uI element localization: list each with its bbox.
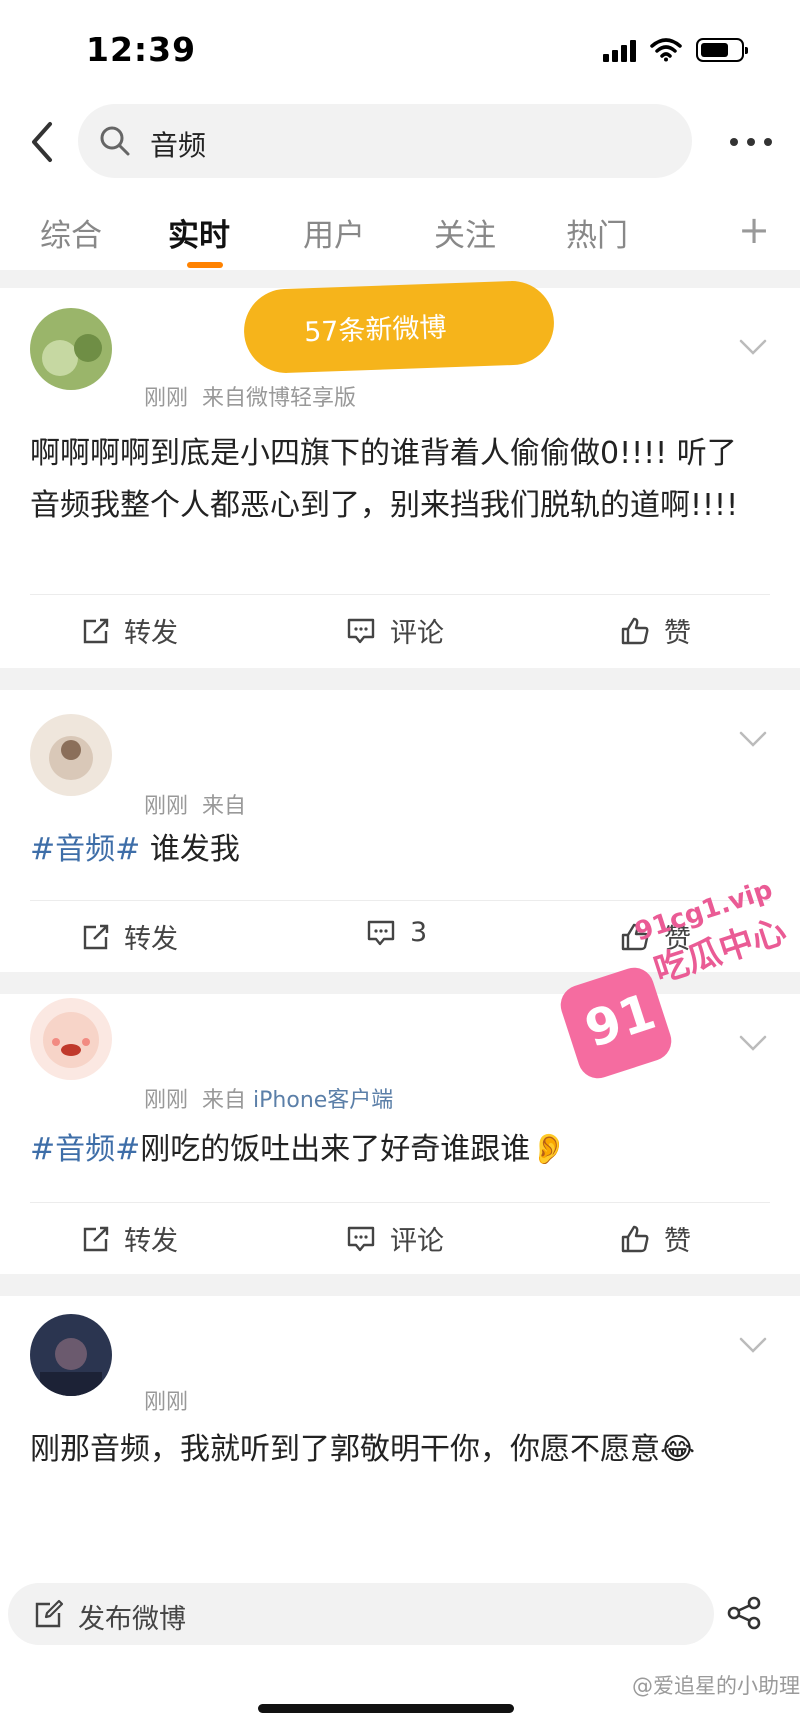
comment-button[interactable]: 3: [366, 917, 427, 948]
post-separator: [0, 668, 800, 690]
like-button[interactable]: 赞: [620, 611, 691, 650]
cellular-signal-icon: [603, 38, 636, 62]
post-source-prefix: 来自: [202, 1088, 247, 1113]
search-query: 音频: [150, 129, 207, 162]
active-tab-indicator: [187, 262, 223, 268]
post-time: 刚刚: [144, 1088, 189, 1113]
share-icon[interactable]: [726, 1596, 762, 1630]
post-card: 刚刚 来自 iPhone客户端 #音频#刚吃的饭吐出来了好奇谁跟谁👂 转发 评论…: [0, 994, 800, 1274]
status-bar: 12:39: [0, 0, 800, 100]
footer-watermark: @爱追星的小助理: [632, 1674, 800, 1698]
search-icon: [100, 126, 130, 156]
avatar[interactable]: [30, 1314, 112, 1396]
comment-icon: [367, 920, 395, 945]
post-source: 来自: [202, 794, 247, 819]
post-source[interactable]: iPhone客户端: [253, 1088, 393, 1113]
post-time: 刚刚: [144, 794, 189, 819]
comment-button[interactable]: 评论: [346, 1219, 444, 1258]
like-label: 赞: [664, 1226, 691, 1257]
post-meta: 刚刚 来自微博轻享版: [144, 380, 356, 412]
site-logo-number: 91: [578, 982, 663, 1059]
post-separator: [0, 1274, 800, 1296]
avatar[interactable]: [30, 308, 112, 390]
back-arrow-icon[interactable]: [24, 118, 60, 166]
post-actions: 转发 评论 赞: [0, 595, 800, 665]
post-meta: 刚刚: [144, 1384, 188, 1416]
tab-comprehensive[interactable]: 综合: [40, 210, 102, 255]
avatar[interactable]: [30, 998, 112, 1080]
battery-icon: [696, 38, 748, 62]
post-card: 刚刚 刚那音频，我就听到了郭敬明干你，你愿不愿意😂: [0, 1296, 800, 1566]
repost-button[interactable]: 转发: [82, 611, 178, 650]
comment-count: 3: [410, 917, 428, 948]
home-indicator: [258, 1704, 514, 1713]
thumbs-up-icon: [621, 617, 649, 644]
comment-label: 评论: [390, 618, 444, 649]
comment-button[interactable]: 评论: [346, 611, 444, 650]
post-content: #音频# 谁发我: [30, 824, 750, 876]
repost-button[interactable]: 转发: [82, 917, 178, 956]
search-input[interactable]: 音频: [78, 104, 692, 178]
post-meta: 刚刚 来自: [144, 788, 246, 820]
avatar[interactable]: [30, 714, 112, 796]
post-meta: 刚刚 来自 iPhone客户端: [144, 1082, 393, 1114]
post-text: 谁发我: [140, 832, 240, 867]
chevron-down-icon[interactable]: [738, 1034, 768, 1052]
hashtag-link[interactable]: #音频#: [30, 832, 140, 867]
repost-icon: [83, 924, 109, 949]
edit-icon: [35, 1599, 64, 1628]
chevron-down-icon[interactable]: [738, 1336, 768, 1354]
tab-bar: 综合 实时 用户 关注 热门 +: [0, 196, 800, 270]
post-source: 来自微博轻享版: [202, 386, 357, 411]
repost-label: 转发: [124, 1226, 178, 1257]
status-icons: [603, 38, 748, 62]
post-content: #音频#刚吃的饭吐出来了好奇谁跟谁👂: [30, 1124, 750, 1176]
post-content: 刚那音频，我就听到了郭敬明干你，你愿不愿意😂: [30, 1432, 696, 1467]
wifi-icon: [650, 38, 682, 62]
post-text: 刚吃的饭吐出来了好奇谁跟谁👂: [140, 1132, 568, 1167]
like-label: 赞: [664, 618, 691, 649]
repost-button[interactable]: 转发: [82, 1219, 178, 1258]
tab-users[interactable]: 用户: [303, 210, 365, 255]
post-content: 啊啊啊啊到底是小四旗下的谁背着人偷偷做0!!!! 听了音频我整个人都恶心到了，别…: [30, 436, 739, 523]
chevron-down-icon[interactable]: [738, 730, 768, 748]
repost-icon: [83, 618, 109, 643]
chevron-down-icon[interactable]: [738, 338, 768, 356]
more-options-icon[interactable]: [730, 138, 772, 146]
post-time: 刚刚: [144, 386, 189, 411]
thumbs-up-icon: [621, 1225, 649, 1252]
like-button[interactable]: 赞: [620, 1219, 691, 1258]
comment-label: 评论: [390, 1226, 444, 1257]
repost-icon: [83, 1226, 109, 1251]
hashtag-link[interactable]: #音频#: [30, 1132, 140, 1167]
add-tab-icon[interactable]: +: [738, 208, 770, 252]
new-posts-banner[interactable]: 57条新微博: [242, 279, 556, 375]
search-header: 音频: [0, 100, 800, 186]
tab-following[interactable]: 关注: [434, 210, 496, 255]
tab-realtime[interactable]: 实时: [168, 210, 230, 255]
comment-icon: [347, 618, 375, 643]
repost-label: 转发: [124, 618, 178, 649]
new-posts-text: 57条新微博: [303, 312, 447, 349]
status-time: 12:39: [86, 30, 197, 69]
compose-label: 发布微博: [78, 1604, 186, 1635]
post-actions: 转发 评论 赞: [0, 1203, 800, 1273]
comment-icon: [347, 1226, 375, 1251]
repost-label: 转发: [124, 924, 178, 955]
compose-bar[interactable]: 发布微博: [8, 1583, 714, 1645]
post-time: 刚刚: [144, 1390, 189, 1415]
tab-hot[interactable]: 热门: [566, 210, 628, 255]
